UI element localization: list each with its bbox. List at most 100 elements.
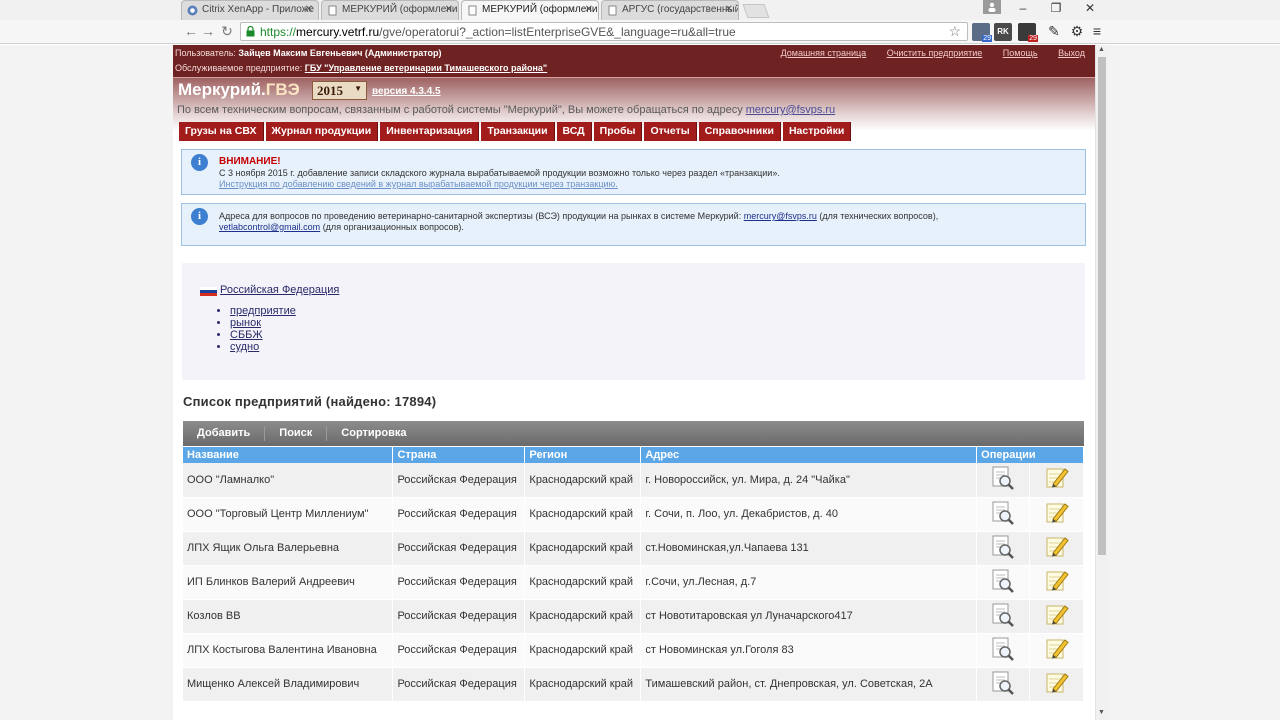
extension-puzzle-icon[interactable]: 29 bbox=[1018, 23, 1038, 42]
view-icon[interactable] bbox=[991, 602, 1015, 628]
close-window-button[interactable]: ✕ bbox=[1075, 1, 1105, 15]
instruction-link[interactable]: Инструкция по добавлению сведений в журн… bbox=[219, 179, 618, 189]
edit-icon[interactable] bbox=[1045, 568, 1069, 594]
cell-region: Краснодарский край bbox=[524, 463, 642, 498]
minimize-button[interactable]: – bbox=[1008, 1, 1038, 15]
cell-name: ЛПХ Ящик Ольга Валерьевна bbox=[183, 531, 394, 566]
cell-view bbox=[976, 599, 1031, 634]
browser-tab-mercury-1[interactable]: МЕРКУРИЙ (оформлени ✕ bbox=[321, 0, 459, 20]
menu-item-journal[interactable]: Журнал продукции bbox=[265, 122, 379, 141]
scroll-up-arrow-icon[interactable]: ▲ bbox=[1098, 46, 1105, 53]
right-gutter bbox=[1108, 45, 1280, 720]
country-link[interactable]: Российская Федерация bbox=[220, 284, 339, 296]
home-link[interactable]: Домашняя страница bbox=[781, 48, 867, 58]
menu-item-samples[interactable]: Пробы bbox=[593, 122, 643, 141]
edit-icon[interactable] bbox=[1045, 636, 1069, 662]
scrollbar-thumb[interactable] bbox=[1098, 57, 1106, 555]
column-header-country[interactable]: Страна bbox=[392, 447, 526, 463]
column-header-region[interactable]: Регион bbox=[524, 447, 642, 463]
support-text: По всем техническим вопросам, связанным … bbox=[177, 104, 836, 116]
lock-icon bbox=[246, 26, 255, 37]
forward-button[interactable]: → bbox=[199, 23, 217, 39]
year-select[interactable]: 2015 ▼ bbox=[312, 81, 367, 100]
cell-address: г. Новороссийск, ул. Мира, д. 24 "Чайка" bbox=[640, 463, 978, 498]
page-icon bbox=[468, 5, 477, 16]
maximize-button[interactable]: ❐ bbox=[1041, 1, 1071, 15]
browser-tab-mercury-active[interactable]: МЕРКУРИЙ (оформлени ✕ bbox=[461, 0, 599, 20]
page-scrollbar[interactable]: ▲ ▼ bbox=[1095, 45, 1108, 720]
search-button[interactable]: Поиск bbox=[265, 426, 328, 441]
table-header-row: Название Страна Регион Адрес Операции bbox=[183, 447, 1084, 463]
browser-tabstrip: Citrix XenApp - Приложе ✕ МЕРКУРИЙ (офор… bbox=[0, 0, 1280, 20]
chrome-menu-icon[interactable]: ≡ bbox=[1088, 23, 1106, 39]
edit-icon[interactable] bbox=[1045, 500, 1069, 526]
browser-toolbar: ← → ↻ https://mercury.vetrf.ru/gve/opera… bbox=[0, 20, 1280, 44]
table-row: ЛПХ Ящик Ольга Валерьевна Российская Феде… bbox=[183, 531, 1084, 566]
view-icon[interactable] bbox=[991, 670, 1015, 696]
notice-title: ВНИМАНИЕ! bbox=[219, 156, 281, 167]
browser-tab-citrix[interactable]: Citrix XenApp - Приложе ✕ bbox=[181, 0, 319, 20]
sort-button[interactable]: Сортировка bbox=[327, 426, 420, 441]
cell-view bbox=[976, 531, 1031, 566]
column-header-address[interactable]: Адрес bbox=[640, 447, 978, 463]
view-icon[interactable] bbox=[991, 500, 1015, 526]
org-email-link[interactable]: vetlabcontrol@gmail.com bbox=[219, 222, 320, 232]
new-tab-button[interactable] bbox=[742, 4, 770, 18]
close-icon[interactable]: ✕ bbox=[305, 4, 313, 15]
edit-icon[interactable] bbox=[1045, 465, 1069, 491]
view-icon[interactable] bbox=[991, 568, 1015, 594]
logout-link[interactable]: Выход bbox=[1058, 48, 1085, 58]
view-icon[interactable] bbox=[991, 636, 1015, 662]
menu-item-reports[interactable]: Отчеты bbox=[644, 122, 697, 141]
browser-tab-title: МЕРКУРИЙ (оформлени bbox=[342, 4, 458, 15]
edit-icon[interactable] bbox=[1045, 602, 1069, 628]
reload-button[interactable]: ↻ bbox=[218, 23, 236, 40]
version-link[interactable]: версия 4.3.4.5 bbox=[372, 86, 441, 97]
menu-item-transactions[interactable]: Транзакции bbox=[481, 122, 555, 141]
url-scheme: https:// bbox=[260, 25, 297, 39]
browser-tab-title: Citrix XenApp - Приложе bbox=[202, 4, 315, 15]
add-button[interactable]: Добавить bbox=[183, 426, 266, 441]
extension-rk-icon[interactable]: RK bbox=[994, 23, 1012, 41]
menu-item-directories[interactable]: Справочники bbox=[698, 122, 781, 141]
edit-icon[interactable] bbox=[1045, 534, 1069, 560]
enterprise-link[interactable]: ГБУ "Управление ветеринарии Тимашевского… bbox=[305, 63, 547, 73]
scroll-down-arrow-icon[interactable]: ▼ bbox=[1098, 709, 1105, 716]
cell-address: ст.Новоминская,ул.Чапаева 131 bbox=[640, 531, 978, 566]
view-icon[interactable] bbox=[991, 465, 1015, 491]
view-icon[interactable] bbox=[991, 534, 1015, 560]
cell-view bbox=[976, 497, 1031, 532]
url-path: /gve/operatorui?_action=listEnterpriseGV… bbox=[379, 25, 736, 39]
cell-name: ООО "Торговый Центр Миллениум" bbox=[183, 497, 394, 532]
close-icon[interactable]: ✕ bbox=[585, 4, 593, 15]
bookmark-star-icon[interactable]: ☆ bbox=[948, 23, 961, 40]
notice-text: С 3 ноября 2015 г. добавление записи скл… bbox=[219, 168, 780, 178]
pen-extension-icon[interactable]: ✎ bbox=[1045, 23, 1063, 40]
edit-icon[interactable] bbox=[1045, 670, 1069, 696]
extension-mail-icon[interactable]: 29 bbox=[972, 23, 992, 42]
gear-icon[interactable]: ⚙ bbox=[1068, 23, 1086, 40]
list-title: Список предприятий (найдено: 17894) bbox=[183, 394, 437, 409]
column-header-name[interactable]: Название bbox=[183, 447, 394, 463]
info-icon: i bbox=[191, 154, 208, 171]
help-link[interactable]: Помощь bbox=[1003, 48, 1038, 58]
tech-email-link[interactable]: mercury@fsvps.ru bbox=[744, 211, 817, 221]
cell-address: г.Сочи, ул.Лесная, д.7 bbox=[640, 565, 978, 600]
profile-icon[interactable] bbox=[983, 0, 1001, 14]
cell-region: Краснодарский край bbox=[524, 531, 642, 566]
menu-item-settings[interactable]: Настройки bbox=[782, 122, 852, 141]
menu-item-inventory[interactable]: Инвентаризация bbox=[380, 122, 480, 141]
browser-tab-argus[interactable]: АРГУС (государственный ✕ bbox=[601, 0, 739, 20]
support-email-link[interactable]: mercury@fsvps.ru bbox=[746, 104, 835, 116]
clear-enterprise-link[interactable]: Очистить предприятие bbox=[887, 48, 983, 58]
type-link-vessel[interactable]: судно bbox=[230, 342, 296, 354]
back-button[interactable]: ← bbox=[182, 23, 200, 39]
chevron-down-icon: ▼ bbox=[354, 84, 362, 93]
cell-country: Российская Федерация bbox=[392, 633, 526, 668]
address-bar[interactable]: https://mercury.vetrf.ru/gve/operatorui?… bbox=[240, 22, 968, 41]
menu-item-vsd[interactable]: ВСД bbox=[556, 122, 592, 141]
notice-transactions: i ВНИМАНИЕ! С 3 ноября 2015 г. добавлени… bbox=[181, 149, 1086, 195]
menu-item-cargo[interactable]: Грузы на СВХ bbox=[179, 122, 264, 141]
close-icon[interactable]: ✕ bbox=[725, 4, 733, 15]
close-icon[interactable]: ✕ bbox=[445, 4, 453, 15]
